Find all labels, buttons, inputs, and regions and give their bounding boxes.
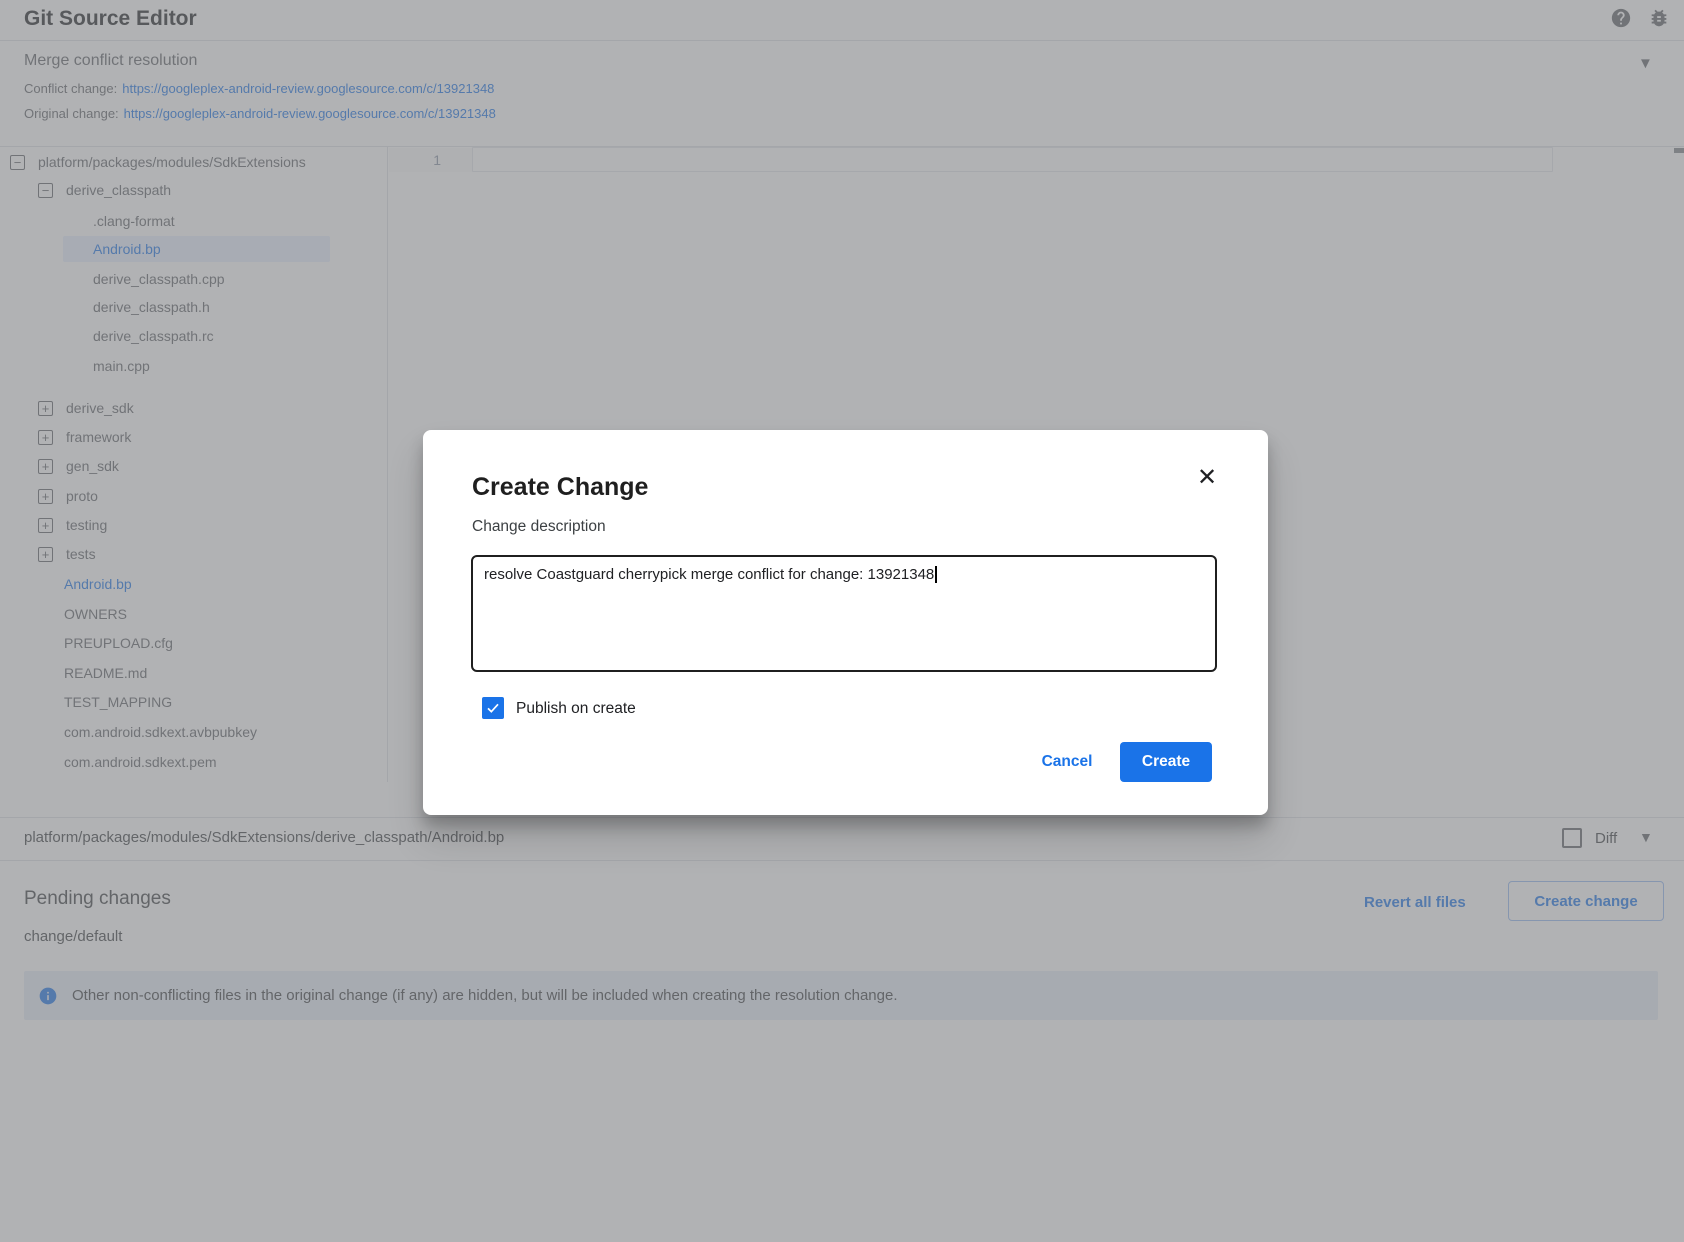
publish-on-create-label[interactable]: Publish on create xyxy=(516,700,636,718)
change-description-label: Change description xyxy=(472,518,606,536)
text-cursor xyxy=(935,566,937,583)
close-icon[interactable]: ✕ xyxy=(1193,463,1221,491)
publish-on-create-checkbox[interactable] xyxy=(482,697,504,719)
change-description-textarea[interactable]: resolve Coastguard cherrypick merge conf… xyxy=(471,555,1217,672)
change-description-value: resolve Coastguard cherrypick merge conf… xyxy=(484,566,934,583)
create-button[interactable]: Create xyxy=(1120,742,1212,782)
dialog-title: Create Change xyxy=(472,473,648,502)
cancel-button[interactable]: Cancel xyxy=(1023,742,1111,782)
check-icon xyxy=(485,700,501,716)
create-change-dialog: Create Change ✕ Change description resol… xyxy=(423,430,1268,815)
